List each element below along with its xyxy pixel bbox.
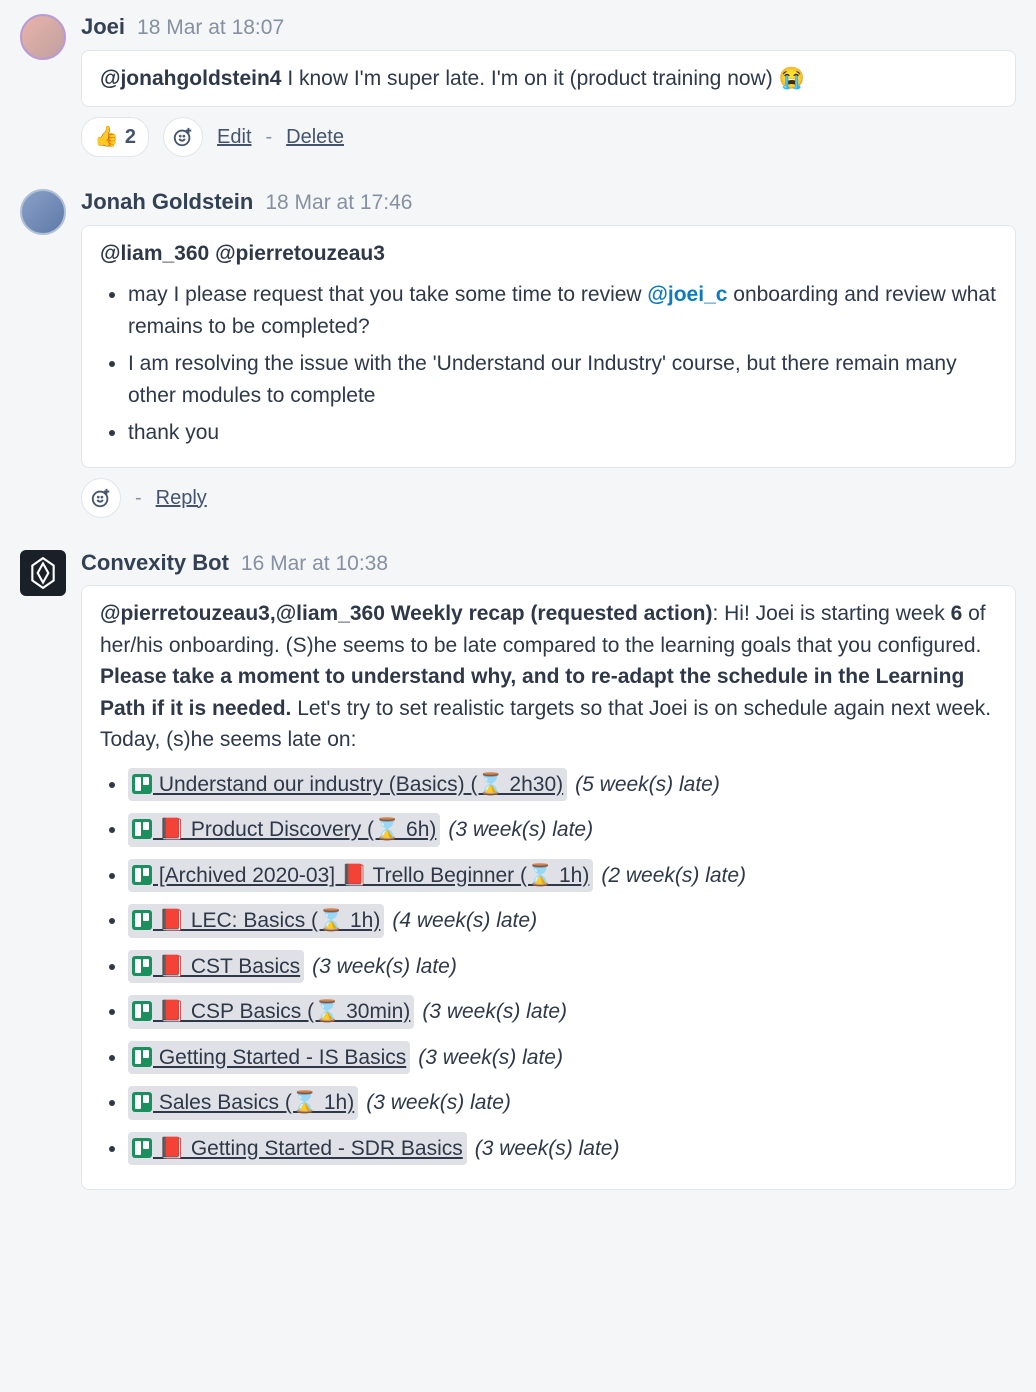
course-link[interactable]: 📕 LEC: Basics (⌛ 1h) — [128, 904, 384, 938]
message-actions: - Reply — [81, 478, 1016, 518]
add-reaction-button[interactable] — [163, 117, 203, 157]
list-item: 📕 Product Discovery (⌛ 6h) (3 week(s) la… — [128, 813, 997, 847]
course-link[interactable]: 📕 Getting Started - SDR Basics — [128, 1132, 467, 1166]
add-reaction-button[interactable] — [81, 478, 121, 518]
week-number: 6 — [951, 602, 963, 625]
mention[interactable]: @liam_360 — [100, 242, 209, 265]
late-courses-list: Understand our industry (Basics) (⌛ 2h30… — [100, 768, 997, 1166]
message-body: @jonahgoldstein4 I know I'm super late. … — [81, 50, 1016, 108]
separator: - — [266, 122, 273, 152]
bot-icon — [29, 557, 57, 589]
trello-icon — [132, 1001, 152, 1021]
late-text: (5 week(s) late) — [575, 773, 720, 796]
edit-link[interactable]: Edit — [217, 122, 251, 152]
timestamp: 16 Mar at 10:38 — [241, 548, 388, 580]
list-item: I am resolving the issue with the 'Under… — [128, 348, 997, 411]
trello-icon — [132, 1092, 152, 1112]
late-text: (2 week(s) late) — [601, 864, 746, 887]
list-item: Sales Basics (⌛ 1h) (3 week(s) late) — [128, 1086, 997, 1120]
author-name[interactable]: Convexity Bot — [81, 546, 229, 579]
late-text: (3 week(s) late) — [312, 955, 457, 978]
message-header: Joei 18 Mar at 18:07 — [81, 10, 1016, 44]
late-text: (3 week(s) late) — [422, 1000, 567, 1023]
late-text: (4 week(s) late) — [392, 909, 537, 932]
list-item: Understand our industry (Basics) (⌛ 2h30… — [128, 768, 997, 802]
late-text: (3 week(s) late) — [366, 1091, 511, 1114]
list-item: thank you — [128, 417, 997, 449]
message-jonah: Jonah Goldstein 18 Mar at 17:46 @liam_36… — [20, 185, 1016, 518]
message-header: Jonah Goldstein 18 Mar at 17:46 — [81, 185, 1016, 219]
separator: - — [135, 483, 142, 513]
course-link[interactable]: 📕 CST Basics — [128, 950, 304, 984]
course-link[interactable]: [Archived 2020-03] 📕 Trello Beginner (⌛ … — [128, 859, 593, 893]
reply-link[interactable]: Reply — [156, 483, 207, 513]
trello-icon — [132, 910, 152, 930]
list-item: 📕 CST Basics (3 week(s) late) — [128, 950, 997, 984]
timestamp: 18 Mar at 18:07 — [137, 12, 284, 44]
bullet-list: may I please request that you take some … — [100, 279, 997, 449]
timestamp: 18 Mar at 17:46 — [265, 187, 412, 219]
mention[interactable]: @joei_c — [647, 283, 727, 306]
avatar[interactable] — [20, 550, 66, 596]
author-name[interactable]: Joei — [81, 10, 125, 43]
reaction-emoji: 👍 — [94, 122, 119, 152]
late-text: (3 week(s) late) — [475, 1137, 620, 1160]
trello-icon — [132, 774, 152, 794]
avatar[interactable] — [20, 189, 66, 235]
late-text: (3 week(s) late) — [448, 818, 593, 841]
list-item: [Archived 2020-03] 📕 Trello Beginner (⌛ … — [128, 859, 997, 893]
smile-plus-icon — [90, 487, 112, 509]
message-joei: Joei 18 Mar at 18:07 @jonahgoldstein4 I … — [20, 10, 1016, 157]
mention[interactable]: @jonahgoldstein4 — [100, 67, 281, 90]
trello-icon — [132, 1138, 152, 1158]
mention[interactable]: @pierretouzeau3,@liam_360 — [100, 602, 385, 625]
trello-icon — [132, 956, 152, 976]
message-header: Convexity Bot 16 Mar at 10:38 — [81, 546, 1016, 580]
author-name[interactable]: Jonah Goldstein — [81, 185, 253, 218]
reaction-pill[interactable]: 👍 2 — [81, 117, 149, 157]
trello-icon — [132, 819, 152, 839]
course-link[interactable]: Understand our industry (Basics) (⌛ 2h30… — [128, 768, 567, 802]
list-item: may I please request that you take some … — [128, 279, 997, 342]
mention[interactable]: @pierretouzeau3 — [215, 242, 385, 265]
message-body: @liam_360 @pierretouzeau3 may I please r… — [81, 225, 1016, 468]
delete-link[interactable]: Delete — [286, 122, 344, 152]
recap-title: Weekly recap (requested action) — [385, 602, 713, 625]
message-text: I know I'm super late. I'm on it (produc… — [281, 67, 804, 90]
course-link[interactable]: Sales Basics (⌛ 1h) — [128, 1086, 358, 1120]
list-item: 📕 CSP Basics (⌛ 30min) (3 week(s) late) — [128, 995, 997, 1029]
list-item: Getting Started - IS Basics (3 week(s) l… — [128, 1041, 997, 1075]
message-body: @pierretouzeau3,@liam_360 Weekly recap (… — [81, 585, 1016, 1190]
list-item: 📕 Getting Started - SDR Basics (3 week(s… — [128, 1132, 997, 1166]
reaction-count: 2 — [125, 122, 136, 152]
course-link[interactable]: Getting Started - IS Basics — [128, 1041, 410, 1075]
avatar[interactable] — [20, 14, 66, 60]
course-link[interactable]: 📕 Product Discovery (⌛ 6h) — [128, 813, 440, 847]
course-link[interactable]: 📕 CSP Basics (⌛ 30min) — [128, 995, 414, 1029]
smile-plus-icon — [172, 126, 194, 148]
message-bot: Convexity Bot 16 Mar at 10:38 @pierretou… — [20, 546, 1016, 1191]
trello-icon — [132, 865, 152, 885]
late-text: (3 week(s) late) — [418, 1046, 563, 1069]
list-item: 📕 LEC: Basics (⌛ 1h) (4 week(s) late) — [128, 904, 997, 938]
trello-icon — [132, 1047, 152, 1067]
message-actions: 👍 2 Edit - Delete — [81, 117, 1016, 157]
